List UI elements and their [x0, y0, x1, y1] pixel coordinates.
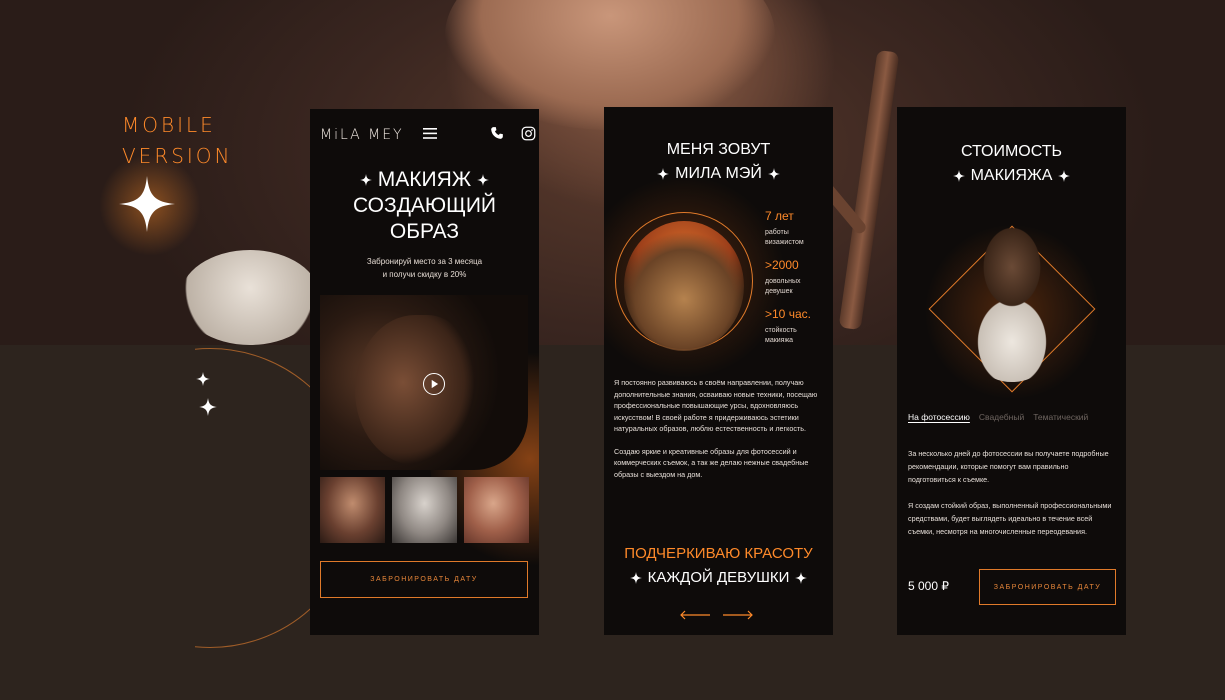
book-date-button[interactable]: ЗАБРОНИРОВАТЬ ДАТУ — [979, 569, 1116, 605]
sparkle-icon — [629, 572, 642, 585]
hero-title-line1: МАКИЯЖ — [377, 168, 472, 191]
small-star-icon — [199, 398, 217, 416]
about-paragraph: Создаю яркие и креативные образы для фот… — [614, 446, 809, 479]
about-title-line2: МИЛА МЭЙ — [675, 165, 762, 182]
model-photo — [964, 212, 1060, 382]
service-tabs: На фотосессию Свадебный Тематический — [908, 412, 1123, 422]
stat-durability-label: стойкость макияжа — [765, 327, 797, 344]
video-preview[interactable] — [320, 295, 528, 470]
stat-durability-value: >10 час. — [765, 307, 811, 321]
hamburger-menu-icon[interactable] — [423, 128, 437, 139]
pricing-title-line1: СТОИМОСТЬ — [960, 143, 1063, 160]
mobile-version-label: MOBILE VERSION — [122, 110, 233, 172]
hero-subtitle-line1: Забронируй место за 3 месяца — [366, 257, 483, 266]
artist-portrait — [624, 221, 744, 351]
tab-wedding[interactable]: Свадебный — [979, 412, 1024, 422]
accent-heading-line2: КАЖДОЙ ДЕВУШКИ — [604, 569, 833, 586]
mobile-screen-pricing: СТОИМОСТЬ МАКИЯЖА На фотосессию Свадебны… — [897, 107, 1126, 635]
tab-photoshoot[interactable]: На фотосессию — [908, 412, 970, 422]
mobile-screen-about: МЕНЯ ЗОВУТ МИЛА МЭЙ 7 лет работы визажис… — [604, 107, 833, 635]
mobile-screen-home: MiLA MEY МАКИЯЖ СОЗДАЮЩИЙ ОБРАЗ Забронир… — [310, 109, 539, 635]
mobile-label-line2: VERSION — [122, 144, 233, 168]
accent-heading-line1: ПОДЧЕРКИВАЮ КРАСОТУ — [624, 545, 813, 562]
instagram-icon[interactable] — [521, 126, 536, 141]
sparkle-star-icon — [119, 176, 175, 232]
small-star-icon — [196, 372, 210, 386]
hero-subtitle-line2: и получи скидку в 20% — [382, 270, 467, 279]
shoulder-fabric — [180, 250, 320, 345]
pricing-title-line2: МАКИЯЖА — [970, 167, 1053, 184]
hero-subtitle: Забронируй место за 3 месяца и получи ск… — [310, 255, 539, 281]
hero-title: МАКИЯЖ СОЗДАЮЩИЙ ОБРАЗ — [310, 167, 539, 245]
book-date-button[interactable]: ЗАБРОНИРОВАТЬ ДАТУ — [320, 561, 528, 598]
gallery-thumbnail[interactable] — [392, 477, 457, 543]
sparkle-icon — [657, 167, 670, 180]
stat-clients-label: довольных девушек — [765, 278, 801, 295]
gallery-thumbnail[interactable] — [464, 477, 529, 543]
play-icon[interactable] — [423, 373, 445, 395]
mobile-label-line1: MOBILE — [122, 113, 216, 137]
about-text: Я постоянно развиваюсь в своём направлен… — [614, 377, 826, 491]
tab-thematic[interactable]: Тематический — [1033, 412, 1088, 422]
logo[interactable]: MiLA MEY — [320, 127, 404, 143]
about-title: МЕНЯ ЗОВУТ МИЛА МЭЙ — [604, 138, 833, 186]
model-silhouette — [355, 315, 475, 465]
sparkle-icon — [767, 167, 780, 180]
pricing-paragraph: Я создам стойкий образ, выполненный проф… — [908, 501, 1112, 536]
about-title-line1: МЕНЯ ЗОВУТ — [666, 141, 771, 158]
sparkle-icon — [359, 174, 372, 187]
phone-icon[interactable] — [490, 126, 504, 140]
price-value: 5 000 ₽ — [908, 579, 949, 593]
sparkle-icon — [952, 169, 965, 182]
stat-years-value: 7 лет — [765, 209, 794, 223]
hero-title-line3: ОБРАЗ — [389, 220, 460, 243]
stat-clients-value: >2000 — [765, 258, 799, 272]
stats-list: 7 лет работы визажистом >2000 довольных … — [765, 209, 825, 356]
arrow-left-icon[interactable] — [679, 610, 711, 620]
sparkle-icon — [1058, 169, 1071, 182]
mobile-header: MiLA MEY — [320, 125, 536, 145]
accent-heading-text: КАЖДОЙ ДЕВУШКИ — [647, 569, 790, 586]
hero-title-line2: СОЗДАЮЩИЙ — [352, 194, 497, 217]
about-paragraph: Я постоянно развиваюсь в своём направлен… — [614, 378, 818, 433]
pricing-title: СТОИМОСТЬ МАКИЯЖА — [897, 140, 1126, 188]
arrow-right-icon[interactable] — [722, 610, 754, 620]
stat-years-label: работы визажистом — [765, 229, 804, 246]
pricing-text: За несколько дней до фотосессии вы получ… — [908, 447, 1113, 551]
sparkle-icon — [477, 174, 490, 187]
pricing-paragraph: За несколько дней до фотосессии вы получ… — [908, 449, 1109, 484]
gallery-thumbnail[interactable] — [320, 477, 385, 543]
sparkle-icon — [795, 572, 808, 585]
